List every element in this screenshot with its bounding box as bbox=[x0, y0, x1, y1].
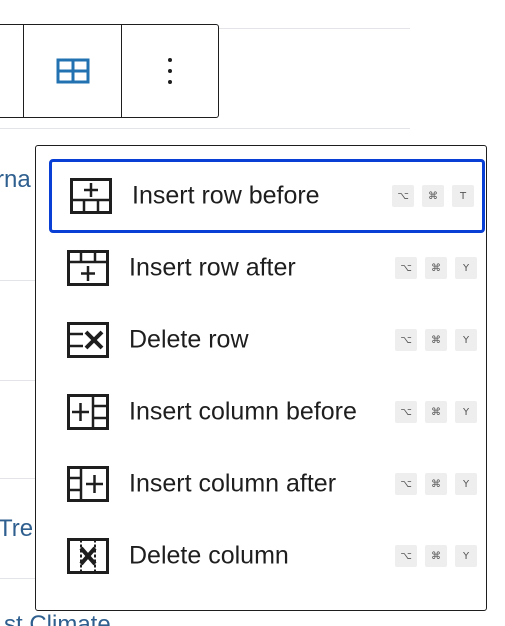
menu-item-label: Insert column after bbox=[129, 469, 337, 498]
menu-item-delete-row[interactable]: Delete row ⌥ ⌘ Y bbox=[49, 303, 485, 377]
table-cell-text[interactable]: rna bbox=[0, 166, 31, 194]
table-cell-text[interactable]: st Climate bbox=[4, 611, 111, 626]
table-icon bbox=[56, 58, 90, 84]
keyboard-shortcut: ⌥ ⌘ T bbox=[392, 185, 474, 207]
command-key: ⌘ bbox=[425, 329, 447, 351]
command-key: ⌘ bbox=[422, 185, 444, 207]
table-column-after-icon bbox=[67, 466, 109, 502]
more-vertical-icon bbox=[168, 58, 172, 84]
keyboard-shortcut: ⌥ ⌘ Y bbox=[395, 401, 477, 423]
keyboard-shortcut: ⌥ ⌘ Y bbox=[395, 329, 477, 351]
table-edit-menu: Insert row before ⌥ ⌘ T Insert row after bbox=[35, 145, 487, 611]
command-key: ⌘ bbox=[425, 473, 447, 495]
option-key: ⌥ bbox=[395, 545, 417, 567]
menu-item-insert-column-before[interactable]: Insert column before ⌥ ⌘ Y bbox=[49, 375, 485, 449]
more-options-button[interactable] bbox=[122, 25, 218, 117]
menu-item-insert-row-after[interactable]: Insert row after ⌥ ⌘ Y bbox=[49, 231, 485, 305]
command-key: ⌘ bbox=[425, 545, 447, 567]
option-key: ⌥ bbox=[395, 329, 417, 351]
option-key: ⌥ bbox=[392, 185, 414, 207]
keyboard-shortcut: ⌥ ⌘ Y bbox=[395, 257, 477, 279]
table-divider bbox=[0, 128, 410, 129]
menu-item-delete-column[interactable]: Delete column ⌥ ⌘ Y bbox=[49, 519, 485, 593]
option-key: ⌥ bbox=[395, 257, 417, 279]
menu-item-label: Insert row after bbox=[129, 253, 296, 282]
menu-item-label: Insert row before bbox=[132, 181, 320, 210]
option-key: ⌥ bbox=[395, 473, 417, 495]
table-column-before-icon bbox=[67, 394, 109, 430]
option-key: ⌥ bbox=[395, 401, 417, 423]
menu-item-label: Insert column before bbox=[129, 397, 357, 426]
menu-item-insert-column-after[interactable]: Insert column after ⌥ ⌘ Y bbox=[49, 447, 485, 521]
edit-table-button[interactable] bbox=[24, 25, 122, 117]
keyboard-shortcut: ⌥ ⌘ Y bbox=[395, 473, 477, 495]
letter-key: Y bbox=[455, 545, 477, 567]
block-toolbar bbox=[0, 24, 219, 118]
letter-key: Y bbox=[455, 329, 477, 351]
letter-key: Y bbox=[455, 257, 477, 279]
letter-key: Y bbox=[455, 473, 477, 495]
command-key: ⌘ bbox=[425, 401, 447, 423]
table-row-after-icon bbox=[67, 250, 109, 286]
command-key: ⌘ bbox=[425, 257, 447, 279]
screen: rna Tre st Climate bbox=[0, 0, 505, 626]
menu-item-label: Delete row bbox=[129, 325, 249, 354]
toolbar-segment[interactable] bbox=[0, 25, 24, 117]
keyboard-shortcut: ⌥ ⌘ Y bbox=[395, 545, 477, 567]
table-row-before-icon bbox=[70, 178, 112, 214]
menu-item-insert-row-before[interactable]: Insert row before ⌥ ⌘ T bbox=[49, 159, 485, 233]
table-column-delete-icon bbox=[67, 538, 109, 574]
table-cell-text[interactable]: Tre bbox=[0, 515, 33, 543]
letter-key: Y bbox=[455, 401, 477, 423]
menu-item-label: Delete column bbox=[129, 541, 289, 570]
letter-key: T bbox=[452, 185, 474, 207]
table-row-delete-icon bbox=[67, 322, 109, 358]
